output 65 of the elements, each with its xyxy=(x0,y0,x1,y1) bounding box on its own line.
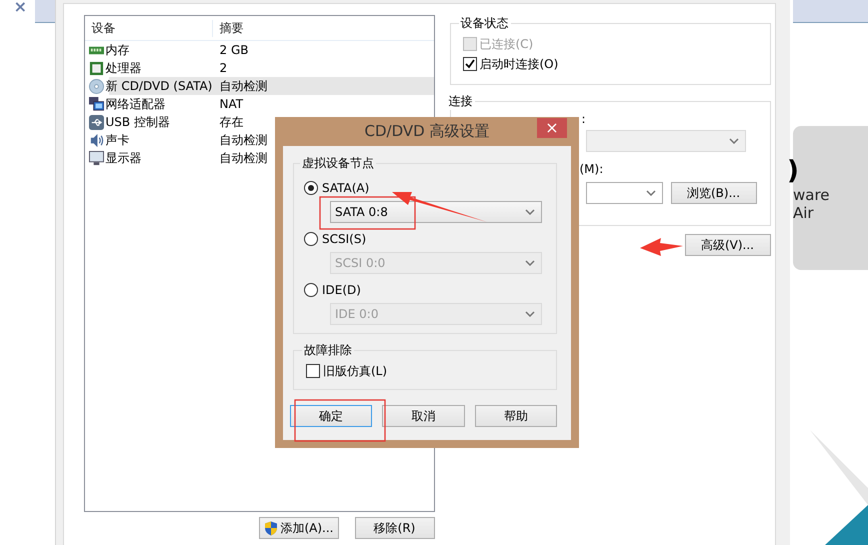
checkbox-label: 启动时连接(O) xyxy=(480,56,558,72)
device-name: 新 CD/DVD (SATA) xyxy=(106,78,212,94)
checkbox-label: 旧版仿真(L) xyxy=(323,362,388,380)
device-name: 声卡 xyxy=(106,132,130,148)
group-title: 连接 xyxy=(448,93,474,110)
network-icon xyxy=(88,96,104,112)
checkbox-label: 已连接(C) xyxy=(480,36,534,52)
disc-icon xyxy=(88,78,104,94)
summary-text: 自动检测 xyxy=(220,150,268,167)
chevron-icon xyxy=(728,138,738,144)
table-row[interactable]: 网络适配器 NAT xyxy=(84,95,434,113)
device-name: 内存 xyxy=(106,42,130,58)
advanced-button[interactable]: 高级(V)... xyxy=(684,234,770,256)
dialog-button[interactable]: 确定 xyxy=(290,405,372,427)
table-row[interactable]: 内存 2 GB xyxy=(84,41,434,59)
slot-dropdown[interactable]: SATA 0:8 xyxy=(330,201,542,223)
column-header: 设备 xyxy=(84,20,212,36)
device-name: 网络适配器 xyxy=(106,96,166,112)
summary-text: NAT xyxy=(220,96,244,113)
list-button[interactable]: 添加(A)... xyxy=(258,517,338,539)
close-button[interactable]: × xyxy=(537,118,567,138)
list-button[interactable]: 移除(R) xyxy=(354,517,434,539)
summary-text: 2 xyxy=(220,60,228,77)
field-label: (M): xyxy=(580,162,604,176)
chip-icon xyxy=(88,60,104,76)
group-title: 设备状态 xyxy=(460,15,510,32)
checkbox[interactable] xyxy=(306,364,320,378)
device-name: 显示器 xyxy=(106,150,142,166)
usb-icon xyxy=(88,114,104,130)
monitor-icon xyxy=(88,150,104,166)
checkbox[interactable] xyxy=(462,57,476,71)
summary-text: 存在 xyxy=(220,114,244,131)
promo-text: Air xyxy=(793,204,815,222)
column-header: 摘要 xyxy=(218,20,244,36)
radio-label: SATA(A) xyxy=(322,181,370,195)
radio-label: IDE(D) xyxy=(322,283,361,297)
table-row[interactable]: 处理器 2 xyxy=(84,59,434,77)
close-tab-button[interactable]: × xyxy=(14,0,27,14)
chevron-icon xyxy=(525,311,535,317)
dropdown-field[interactable] xyxy=(586,130,746,152)
radio-label: SCSI(S) xyxy=(322,232,366,246)
promo-text: ware xyxy=(793,186,831,204)
summary-text: 自动检测 xyxy=(220,132,268,149)
chevron-icon xyxy=(525,209,535,215)
field-label: : xyxy=(582,112,586,126)
speaker-icon xyxy=(88,132,104,148)
chevron-icon xyxy=(525,260,535,266)
radio-button[interactable] xyxy=(304,181,318,195)
summary-text: 2 GB xyxy=(220,42,248,59)
device-name: 处理器 xyxy=(106,60,142,76)
dialog-title: CD/DVD 高级设置 xyxy=(364,122,490,141)
summary-text: 自动检测 xyxy=(220,78,268,95)
radio-button[interactable] xyxy=(304,232,318,246)
annotation-arrow xyxy=(640,238,683,256)
browse-button[interactable]: 浏览(B)... xyxy=(670,182,756,204)
tab-strip xyxy=(35,0,54,23)
promo-text: ) xyxy=(787,156,800,186)
radio-button[interactable] xyxy=(304,283,318,297)
dropdown-field[interactable] xyxy=(586,182,662,204)
chevron-icon xyxy=(646,190,656,196)
group-title: 故障排除 xyxy=(303,342,353,359)
device-name: USB 控制器 xyxy=(106,114,170,130)
dialog-button[interactable]: 取消 xyxy=(382,405,465,427)
dialog-button[interactable]: 帮助 xyxy=(474,405,557,427)
group-title: 虚拟设备节点 xyxy=(301,155,375,172)
